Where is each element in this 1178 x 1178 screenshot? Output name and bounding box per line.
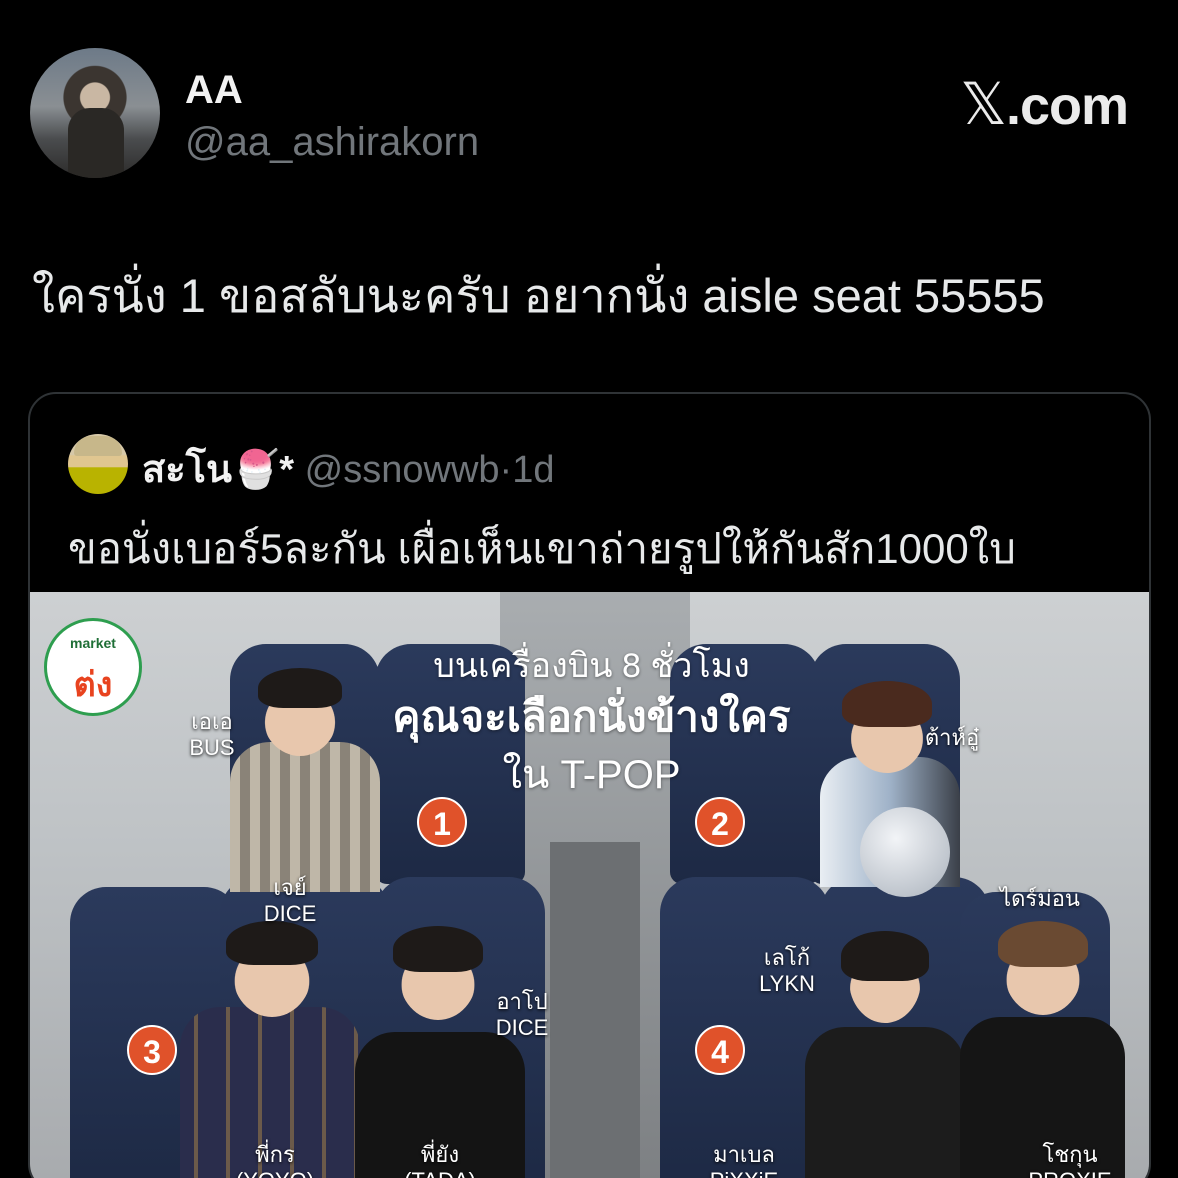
quoted-author-name[interactable]: สะโน🍧*: [142, 449, 294, 491]
author-avatar[interactable]: [30, 48, 160, 178]
author-handle[interactable]: @aa_ashirakorn: [185, 120, 479, 165]
seat-number-badge: 1: [417, 797, 467, 847]
label-mabel: มาเบลPiXXiE: [710, 1142, 778, 1178]
label-diamond: ไดร์ม่อน: [1000, 886, 1080, 911]
person-mabel: [805, 931, 965, 1178]
person-chokun: [960, 921, 1125, 1178]
seat-number-badge: 4: [695, 1025, 745, 1075]
post-header: AA @aa_ashirakorn 𝕏.com: [30, 48, 1150, 188]
label-jay-dice: เจย์ DICE: [263, 875, 317, 926]
post-text: ใครนั่ง 1 ขอสลับนะครับ อยากนั่ง aisle se…: [32, 269, 1045, 322]
x-logo-brand: 𝕏.com: [960, 70, 1129, 138]
label-leo-lykn: เลโก้ LYKN: [759, 945, 815, 996]
x-icon: 𝕏: [960, 70, 1007, 138]
quoted-author-handle[interactable]: @ssnowwb: [305, 449, 500, 491]
seat-number-badge: 2: [695, 797, 745, 847]
label-phiyang: พี่ยัง(TADA): [404, 1142, 476, 1178]
quoted-post-image[interactable]: market ต่ง บนเครื่องบิน 8 ชั่วโมง คุณจะเ…: [30, 592, 1149, 1178]
author-name[interactable]: AA: [185, 68, 243, 113]
quoted-author-avatar[interactable]: [68, 434, 128, 494]
label-chokun: โชกุนPROXIE: [1028, 1142, 1111, 1178]
brand-text: .com: [1005, 76, 1129, 136]
person-phikorn: [180, 921, 360, 1178]
quoted-post-age[interactable]: 1d: [512, 449, 554, 491]
aisle-floor: [550, 842, 640, 1178]
label-phikorn: พี่กร(YOYO): [236, 1142, 314, 1178]
separator-dot: ·: [499, 449, 513, 491]
seat-number-badge: 3: [127, 1025, 177, 1075]
label-apo-dice: อาโป DICE: [495, 989, 549, 1040]
quoted-post-text: ขอนั่งเบอร์5ละกัน เผื่อเห็นเขาถ่ายรูปให้…: [68, 525, 1016, 572]
person-aa-bus: [230, 668, 390, 892]
label-tahoo: ต้าห์อู๋: [924, 725, 980, 750]
quoted-post[interactable]: สะโน🍧* @ssnowwb·1d ขอนั่งเบอร์5ละกัน เผื…: [28, 392, 1151, 1178]
person-tahoo: [820, 681, 970, 897]
label-aa-bus: เอเอ BUS: [189, 709, 235, 760]
quoted-post-header: สะโน🍧* @ssnowwb·1d: [142, 438, 554, 499]
